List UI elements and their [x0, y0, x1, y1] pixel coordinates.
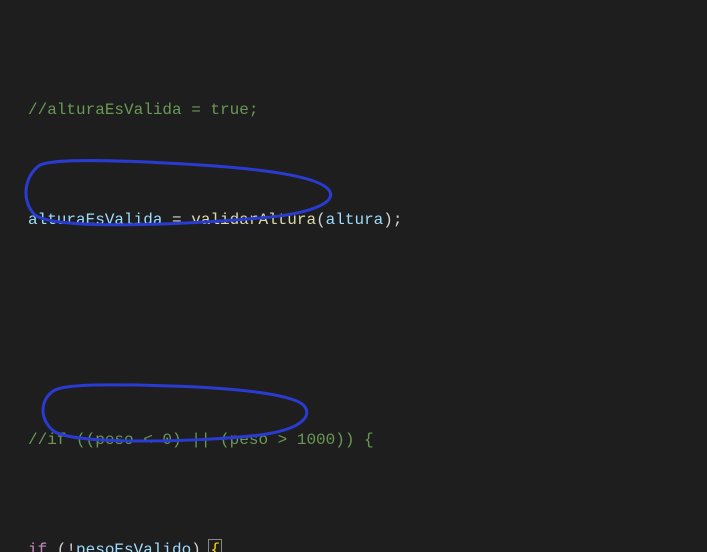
code-editor[interactable]: //alturaEsValida = true; alturaEsValida …	[0, 0, 707, 552]
code-line[interactable]: //if ((peso < 0) || (peso > 1000)) {	[28, 427, 707, 455]
code-token-punct: (!	[47, 541, 76, 552]
code-token-brace: {	[210, 541, 220, 552]
code-token-punct: )	[191, 541, 210, 552]
code-token-variable: alturaEsValida	[28, 211, 162, 229]
code-token-keyword: if	[28, 541, 47, 552]
code-token-comment: //if ((peso < 0) || (peso > 1000)) {	[28, 431, 374, 449]
code-line[interactable]: alturaEsValida = validarAltura(altura);	[28, 207, 707, 235]
code-token-comment: //alturaEsValida = true;	[28, 101, 258, 119]
code-token-punct: =	[162, 211, 191, 229]
code-line[interactable]: //alturaEsValida = true;	[28, 97, 707, 125]
code-token-punct: (	[316, 211, 326, 229]
code-line[interactable]: if (!pesoEsValido) {	[28, 537, 707, 552]
code-token-punct: );	[383, 211, 402, 229]
code-token-variable: pesoEsValido	[76, 541, 191, 552]
code-token-variable: altura	[326, 211, 384, 229]
code-token-function: validarAltura	[191, 211, 316, 229]
code-line-blank[interactable]	[28, 317, 707, 345]
